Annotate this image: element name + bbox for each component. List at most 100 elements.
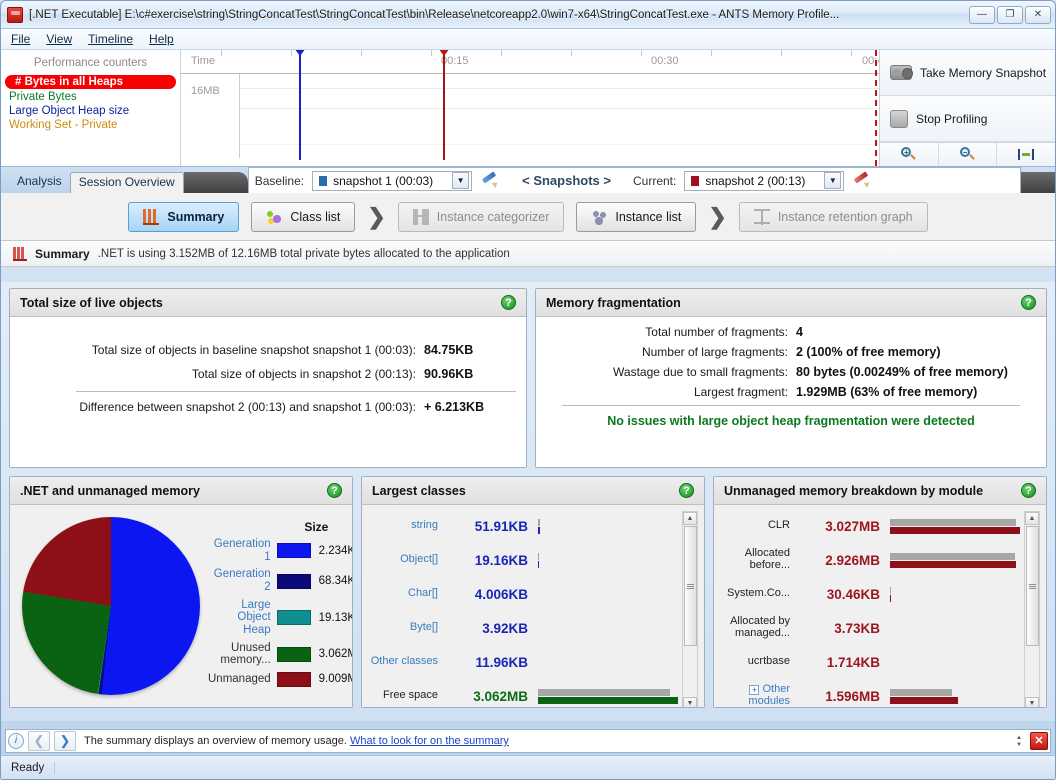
legend-row-large-object-heap[interactable]: Large Object Heap 19.13KB: [208, 599, 352, 637]
help-icon[interactable]: ?: [679, 483, 694, 498]
info-back-button[interactable]: ❮: [28, 731, 50, 751]
help-icon[interactable]: ?: [327, 483, 342, 498]
legend-row-generation-2[interactable]: Generation 2 68.34KB: [208, 568, 352, 593]
list-item[interactable]: System.Co... 30.46KB: [720, 577, 1020, 611]
class-name[interactable]: Char[]: [368, 588, 446, 600]
list-item[interactable]: string 51.91KB: [368, 509, 678, 543]
memory-pie-chart[interactable]: [22, 517, 200, 695]
take-memory-snapshot-button[interactable]: Take Memory Snapshot: [880, 50, 1055, 96]
chevron-down-icon[interactable]: ▼: [452, 172, 470, 189]
series-line-heap: [240, 88, 879, 89]
largest-classes-scrollbar[interactable]: ▲ ▼: [682, 511, 698, 707]
scrollbar-thumb[interactable]: [683, 526, 697, 646]
wizard-step-summary[interactable]: Summary: [128, 201, 240, 232]
zoom-in-button[interactable]: +: [880, 143, 939, 166]
scrollbar-grip-icon: [1028, 583, 1036, 589]
edit-baseline-pencil-icon[interactable]: [480, 172, 500, 190]
menu-item-view[interactable]: View: [46, 32, 72, 46]
ants-memory-profiler-window: [.NET Executable] E:\c#exercise\string\S…: [0, 0, 1056, 780]
menu-item-help[interactable]: Help: [149, 32, 174, 46]
stop-icon: [890, 109, 908, 128]
menu-item-timeline[interactable]: Timeline: [88, 32, 133, 46]
menu-item-help-label: Help: [149, 32, 174, 46]
list-item[interactable]: Byte[] 3.92KB: [368, 611, 678, 645]
maximize-button[interactable]: ❐: [997, 5, 1023, 24]
wizard-step-class-list[interactable]: Class list: [251, 201, 356, 232]
fragmentation-row-value: 80 bytes (0.00249% of free memory): [796, 365, 1008, 379]
help-icon[interactable]: ?: [1021, 483, 1036, 498]
stop-profiling-button[interactable]: Stop Profiling: [880, 96, 1055, 142]
wizard-step-instance-categorizer[interactable]: Instance categorizer: [397, 201, 565, 232]
wizard-step-retention-graph[interactable]: Instance retention graph: [738, 201, 928, 232]
info-close-button[interactable]: ✕: [1030, 732, 1048, 750]
list-item[interactable]: CLR 3.027MB: [720, 509, 1020, 543]
class-name[interactable]: string: [368, 520, 446, 532]
tab-analysis[interactable]: Analysis: [9, 172, 70, 193]
module-size: 3.73KB: [834, 620, 880, 636]
timeline-y-label: 16MB: [191, 85, 220, 97]
module-name[interactable]: + Other modules: [720, 684, 798, 707]
fragmentation-row-label: Total number of fragments:: [645, 325, 788, 339]
panel-header: Unmanaged memory breakdown by module ?: [714, 477, 1046, 505]
legend-label: Unused memory...: [220, 641, 271, 667]
scrollbar-thumb[interactable]: [1025, 526, 1039, 646]
info-forward-button[interactable]: ❯: [54, 731, 76, 751]
legend-label: Generation 1: [213, 538, 271, 563]
chevron-down-icon[interactable]: ▼: [824, 172, 842, 189]
tab-session-overview[interactable]: Session Overview: [69, 172, 184, 193]
info-spinner[interactable]: ▲ ▼: [1016, 732, 1026, 750]
minimize-button[interactable]: —: [969, 5, 995, 24]
timeline-tick-0030: 00:30: [651, 55, 679, 67]
legend-row-generation-1[interactable]: Generation 1 2.234KB: [208, 538, 352, 563]
list-item[interactable]: + Other modules 1.596MB: [720, 679, 1020, 707]
menu-item-file[interactable]: File: [11, 32, 30, 46]
help-icon[interactable]: ?: [501, 295, 516, 310]
scroll-down-button[interactable]: ▼: [1025, 697, 1039, 707]
wizard-step-summary-label: Summary: [167, 209, 225, 224]
unmanaged-modules-scrollbar[interactable]: ▲ ▼: [1024, 511, 1040, 707]
zoom-out-button[interactable]: –: [938, 143, 998, 166]
zoom-fit-button[interactable]: [997, 143, 1055, 166]
class-size: 19.16KB: [474, 552, 528, 568]
list-item[interactable]: Other classes 11.96KB: [368, 645, 678, 679]
help-icon[interactable]: ?: [1021, 295, 1036, 310]
list-item[interactable]: Char[] 4.006KB: [368, 577, 678, 611]
chevron-right-icon: ❯: [708, 203, 727, 229]
gridline: [240, 144, 879, 145]
class-name[interactable]: Byte[]: [368, 622, 446, 634]
current-snapshot-combo[interactable]: snapshot 2 (00:13) ▼: [684, 170, 845, 191]
counter-large-object-heap-size[interactable]: Large Object Heap size: [1, 104, 180, 118]
scroll-down-button[interactable]: ▼: [683, 697, 697, 707]
close-button[interactable]: ✕: [1025, 5, 1051, 24]
live-objects-row: Total size of objects in baseline snapsh…: [20, 343, 516, 357]
list-item[interactable]: ucrtbase 1.714KB: [720, 645, 1020, 679]
wizard-step-instance-list[interactable]: Instance list: [576, 201, 697, 232]
scroll-up-button[interactable]: ▲: [683, 512, 697, 525]
take-memory-snapshot-label: Take Memory Snapshot: [920, 65, 1047, 80]
axis-tick: [221, 50, 222, 56]
class-name[interactable]: Other classes: [368, 656, 446, 668]
info-link[interactable]: What to look for on the summary: [350, 735, 509, 747]
current-snapshot-marker[interactable]: [438, 50, 450, 160]
panel-title: Memory fragmentation: [546, 295, 681, 310]
baseline-snapshot-marker[interactable]: [294, 50, 306, 160]
list-item[interactable]: Object[] 19.16KB: [368, 543, 678, 577]
baseline-snapshot-combo[interactable]: snapshot 1 (00:03) ▼: [312, 170, 473, 191]
panel-body: Total number of fragments: 4 Number of l…: [536, 317, 1046, 467]
counter-private-bytes[interactable]: Private Bytes: [1, 90, 180, 104]
axis-tick: [291, 50, 292, 56]
list-item[interactable]: Allocated before... 2.926MB: [720, 543, 1020, 577]
counter-bytes-in-all-heaps[interactable]: # Bytes in all Heaps: [5, 75, 176, 89]
summary-bottom-row: .NET and unmanaged memory ? Size Generat…: [9, 476, 1047, 708]
class-name[interactable]: Object[]: [368, 554, 446, 566]
list-item[interactable]: Allocated by managed... 3.73KB: [720, 611, 1020, 645]
menu-bar: File View Timeline Help: [1, 29, 1055, 50]
expand-icon[interactable]: +: [749, 684, 760, 695]
memory-timeline-graph[interactable]: Time 00:15 00:30 00:4 16MB: [181, 50, 879, 166]
scroll-up-button[interactable]: ▲: [1025, 512, 1039, 525]
counter-working-set-private[interactable]: Working Set - Private: [1, 118, 180, 132]
live-objects-row-value: 84.75KB: [424, 343, 474, 357]
class-bars: [528, 552, 678, 569]
edit-current-pencil-icon[interactable]: [852, 172, 872, 190]
panel-body: Total size of objects in baseline snapsh…: [10, 317, 526, 467]
